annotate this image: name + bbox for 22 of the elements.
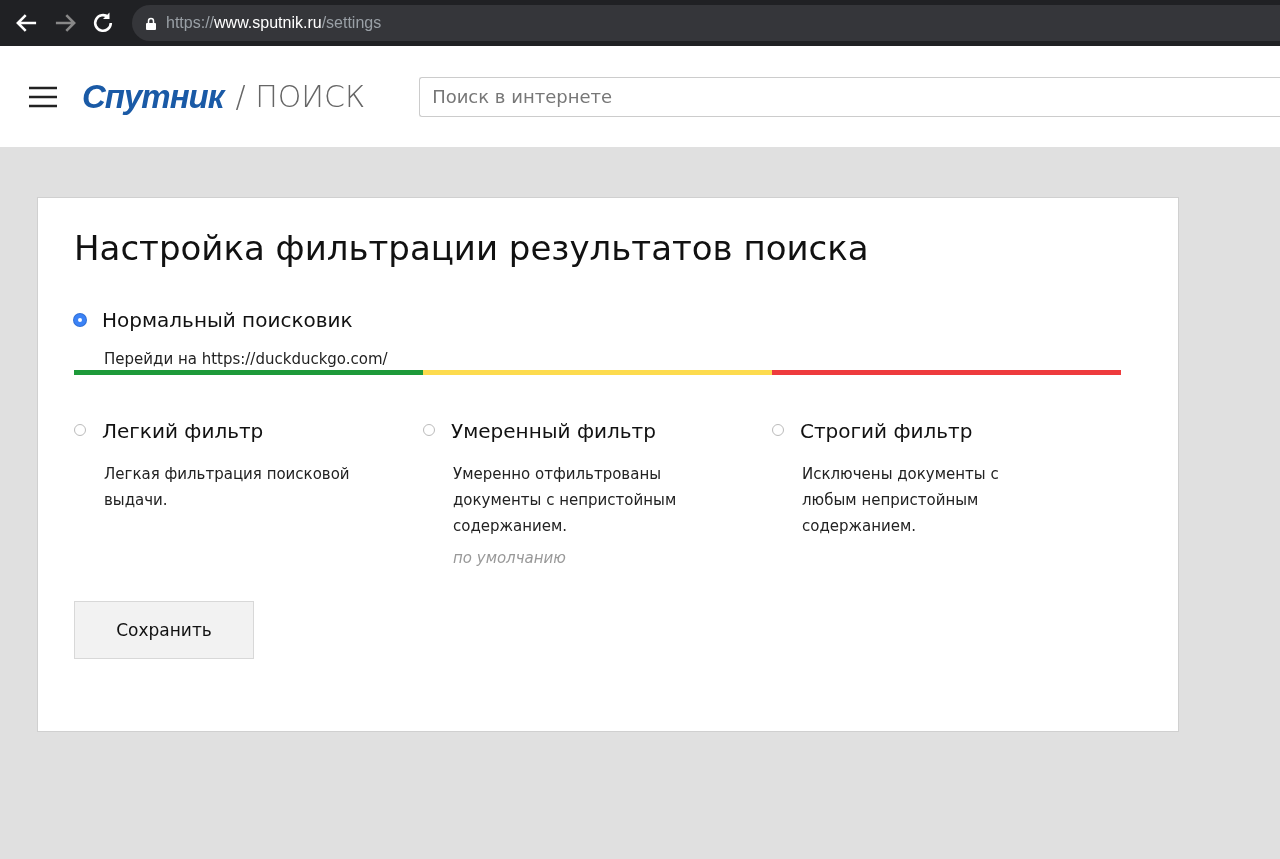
page-title: Настройка фильтрации результатов поиска xyxy=(74,228,870,268)
section-title: / ПОИСК xyxy=(235,79,366,114)
option-hint: Перейди на https://duckduckgo.com/ xyxy=(104,350,389,368)
option-label: Нормальный поисковик xyxy=(102,308,353,332)
option-description: Легкая фильтрация поисковой выдачи. xyxy=(104,464,351,511)
radio-button[interactable] xyxy=(74,314,86,326)
save-button[interactable]: Сохранить xyxy=(74,601,254,659)
menu-icon[interactable] xyxy=(28,85,58,108)
address-bar[interactable]: https://www.sputnik.ru/settings xyxy=(132,5,1280,41)
radio-button[interactable] xyxy=(74,424,86,436)
url-text: https://www.sputnik.ru/settings xyxy=(166,14,382,32)
option-label: Легкий фильтр xyxy=(102,419,264,443)
lock-icon xyxy=(146,16,156,30)
logo[interactable]: Спутник xyxy=(82,77,224,116)
search-field[interactable]: Поиск в интернете xyxy=(419,76,1280,117)
option-label: Умеренный фильтр xyxy=(451,419,656,443)
default-note: по умолчанию xyxy=(453,549,567,567)
option-label: Строгий фильтр xyxy=(800,419,973,443)
option-description: Исключены документы с любым непристойным содержанием. xyxy=(802,464,1000,537)
radio-button[interactable] xyxy=(423,424,435,436)
radio-button[interactable] xyxy=(772,424,784,436)
option-description: Умеренно отфильтрованы документы с непристойным содержанием. xyxy=(453,464,678,537)
